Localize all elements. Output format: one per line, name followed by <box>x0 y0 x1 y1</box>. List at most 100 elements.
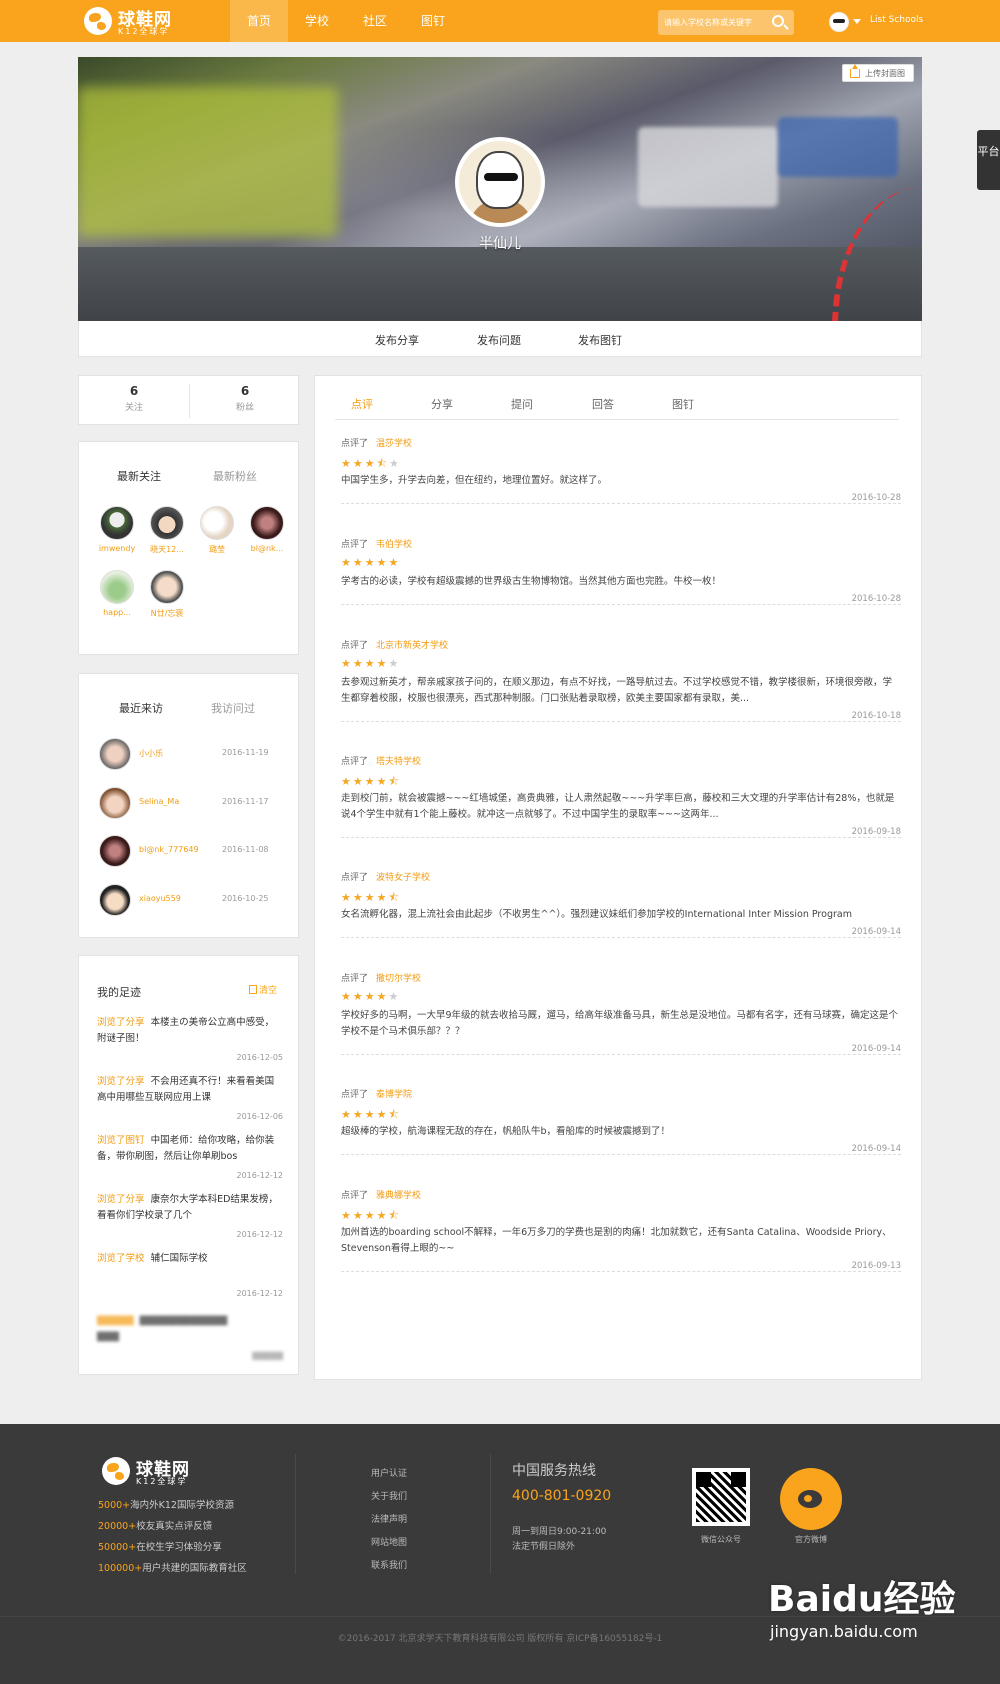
review-school-link[interactable]: 温莎学校 <box>376 439 412 449</box>
post-question-button[interactable]: 发布问题 <box>477 332 521 348</box>
follow-user-name: bl@nk... <box>250 544 284 553</box>
review-header: 点评了 韦伯学校 <box>341 537 901 550</box>
footer-link-about[interactable]: 关于我们 <box>371 1489 407 1502</box>
visitor-row[interactable]: 小小乐 2016-11-19 <box>99 738 289 774</box>
followers-count: 6 <box>240 384 250 398</box>
avatar <box>250 506 284 540</box>
footprint-item-faded: ▇▇▇▇▇ ▇▇▇▇▇▇▇▇▇▇▇▇ ▇▇▇ ▇▇▇▇▇ <box>97 1315 283 1360</box>
search-icon[interactable] <box>772 15 784 27</box>
footer-logo[interactable]: 球鞋网 K12全球学 <box>102 1455 212 1489</box>
chevron-down-icon[interactable] <box>853 19 861 24</box>
follow-user[interactable]: 璐莹 <box>193 506 241 555</box>
tab-latest-followers[interactable]: 最新粉丝 <box>213 468 257 484</box>
review-school-link[interactable]: 韦伯学校 <box>376 540 412 550</box>
rating-stars: ★★★★★ <box>341 657 901 670</box>
footprint-item[interactable]: 浏览了分享 本楼主の美帝公立高中感受，附谜子图！ 2016-12-05 <box>97 1015 283 1062</box>
review-school-link[interactable]: 波特女子学校 <box>376 873 430 883</box>
visitor-row[interactable]: bl@nk_777649 2016-11-08 <box>99 835 289 871</box>
footer-link-legal[interactable]: 法律声明 <box>371 1512 407 1525</box>
visit-date: 2016-11-08 <box>222 845 269 854</box>
footprint-item[interactable]: 浏览了分享 康奈尔大学本科ED结果发榜，看看你们学校录了几个 2016-12-1… <box>97 1192 283 1239</box>
review-prefix: 点评了 <box>341 641 369 651</box>
review-text: 走到校门前，就会被震撼~~~红墙城堡，高贵典雅，让人肃然起敬~~~升学率巨高，藤… <box>341 793 895 820</box>
follow-user-name: 璐莹 <box>209 545 225 554</box>
tab-reviews[interactable]: 点评 <box>351 396 373 412</box>
followers-stat[interactable]: 6 粉丝 <box>190 384 300 413</box>
star-icon: ★ <box>352 457 365 470</box>
review-school-link[interactable]: 撒切尔学校 <box>376 974 421 984</box>
footer-link-verify[interactable]: 用户认证 <box>371 1466 407 1479</box>
search-input[interactable] <box>664 15 764 30</box>
review-text: 中国学生多，升学去向差，但在纽约，地理位置好。就这样了。 <box>341 475 608 486</box>
review-date: 2016-09-13 <box>851 1261 901 1271</box>
review-date: 2016-10-28 <box>851 493 901 503</box>
star-icon: ★ <box>376 1108 389 1121</box>
visitor-name: bl@nk_777649 <box>139 845 199 854</box>
tab-latest-following[interactable]: 最新关注 <box>117 468 161 484</box>
footprints-title: 我的足迹 <box>97 986 141 999</box>
trash-icon <box>249 985 257 994</box>
nav-schools[interactable]: 学校 <box>288 0 346 42</box>
footprint-item[interactable]: 浏览了分享 不会用还真不行！来看看美国高中用哪些互联网应用上课 2016-12-… <box>97 1074 283 1121</box>
rating-stars: ★★★★⯪ <box>341 889 901 904</box>
follow-user[interactable]: happ... <box>93 570 141 617</box>
holiday-note: 法定节假日除外 <box>512 1542 576 1552</box>
review-date: 2016-09-14 <box>851 1144 901 1154</box>
review-header: 点评了 泰博学院 <box>341 1087 901 1100</box>
upload-cover-button[interactable]: 上传封面图 <box>842 64 914 82</box>
follow-user[interactable]: 晓天12... <box>143 506 191 555</box>
footprint-action: 浏览了分享 <box>97 1194 145 1205</box>
top-header: 球鞋网 K12全球学 首页 学校 社区 图钉 List Schools <box>0 0 1000 42</box>
follow-user[interactable]: bl@nk... <box>243 506 291 553</box>
footprint-item[interactable]: 浏览了学校 辅仁国际学校 2016-12-12 <box>97 1251 283 1298</box>
username-link[interactable]: List Schools <box>870 15 923 25</box>
footprint-item[interactable]: 浏览了图钉 中国老师：给你攻略，给你装备，带你刷图，然后让你单刷bos 2016… <box>97 1133 283 1180</box>
follow-user[interactable]: imwendy <box>93 506 141 553</box>
footprint-date: 2016-12-12 <box>236 1230 284 1239</box>
footprint-action: 浏览了学校 <box>97 1253 145 1264</box>
footer-stat: 20000+校友真实点评反馈 <box>98 1518 212 1532</box>
follow-user[interactable]: N廿/忘褒 <box>143 570 191 619</box>
side-platform-tab[interactable]: 平台 <box>977 130 1000 190</box>
hotline-title: 中国服务热线 <box>512 1463 596 1479</box>
footer-link-contact[interactable]: 联系我们 <box>371 1558 407 1571</box>
nav-pins[interactable]: 图钉 <box>404 0 462 42</box>
tab-questions[interactable]: 提问 <box>511 396 533 412</box>
tab-pins[interactable]: 图钉 <box>672 396 694 412</box>
tab-answers[interactable]: 回答 <box>592 396 614 412</box>
service-hours: 周一到周日9:00-21:00 <box>512 1527 607 1537</box>
user-avatar[interactable] <box>829 12 849 32</box>
tab-visited[interactable]: 我访问过 <box>211 700 255 716</box>
visitor-row[interactable]: xiaoyu559 2016-10-25 <box>99 884 289 920</box>
profile-name: 半仙儿 <box>479 236 521 252</box>
review-item: 点评了 雅典娜学校 ★★★★⯪ 加州首选的boarding school不解释，一年6… <box>341 1188 901 1272</box>
post-pin-button[interactable]: 发布图钉 <box>578 332 622 348</box>
tab-shares[interactable]: 分享 <box>431 396 453 412</box>
avatar <box>99 787 131 819</box>
site-logo[interactable]: 球鞋网 K12全球学 <box>84 5 194 39</box>
avatar <box>150 570 184 604</box>
star-icon: ★ <box>341 1209 353 1222</box>
visitor-row[interactable]: Selina_Ma 2016-11-17 <box>99 787 289 823</box>
clear-footprints-button[interactable]: 清空 <box>249 983 277 996</box>
post-share-button[interactable]: 发布分享 <box>375 332 419 348</box>
footer-stat: 50000+在校生学习体验分享 <box>98 1539 222 1553</box>
review-school-link[interactable]: 塔夫特学校 <box>376 757 421 767</box>
review-school-link[interactable]: 雅典娜学校 <box>376 1191 421 1201</box>
review-school-link[interactable]: 北京市新英才学校 <box>376 641 448 651</box>
weibo-icon[interactable] <box>780 1468 842 1530</box>
tab-recent-visitors[interactable]: 最近来访 <box>119 700 163 716</box>
avatar <box>200 506 234 540</box>
rating-stars: ★★★⯪★ <box>341 455 901 470</box>
half-star-icon: ⯪ <box>376 457 390 470</box>
review-school-link[interactable]: 泰博学院 <box>376 1090 412 1100</box>
review-date: 2016-10-28 <box>851 594 901 604</box>
profile-avatar[interactable] <box>455 137 545 227</box>
footer-link-sitemap[interactable]: 网站地图 <box>371 1535 407 1548</box>
following-stat[interactable]: 6 关注 <box>79 384 189 413</box>
footer-stat: 5000+海内外K12国际学校资源 <box>98 1497 234 1511</box>
nav-community[interactable]: 社区 <box>346 0 404 42</box>
review-date: 2016-09-18 <box>851 827 901 837</box>
nav-home[interactable]: 首页 <box>230 0 288 42</box>
footprint-date: 2016-12-05 <box>236 1053 284 1062</box>
